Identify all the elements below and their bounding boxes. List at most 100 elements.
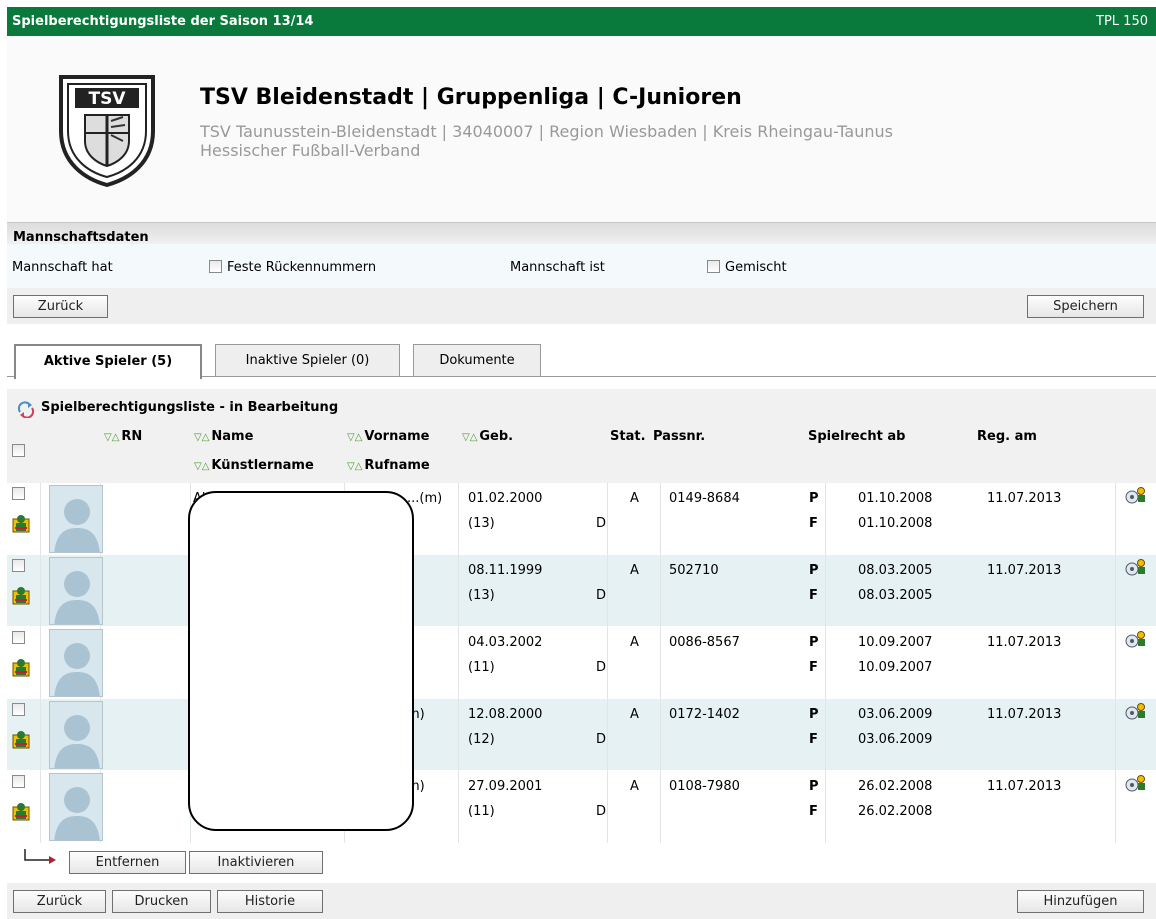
select-all-checkbox[interactable]: [12, 444, 25, 457]
sort-arrows-icon: ▽△: [194, 432, 210, 443]
col-rn[interactable]: ▽△ RN: [104, 429, 142, 444]
player-details-icon[interactable]: [1123, 630, 1147, 648]
player-row[interactable]: )04.03.2002(11)DA0086-8567PF10.09.200710…: [7, 627, 1156, 699]
mixed-checkbox[interactable]: [707, 260, 720, 273]
col-divider: [458, 699, 459, 771]
player-row[interactable]: )08.11.1999(13)DA502710PF08.03.200508.03…: [7, 555, 1156, 627]
col-divider: [1115, 555, 1116, 627]
player-details-icon[interactable]: [1123, 774, 1147, 792]
col-divider: [40, 699, 41, 771]
player-details-icon[interactable]: [1123, 486, 1147, 504]
fixed-numbers-checkbox[interactable]: [209, 260, 222, 273]
col-artist-name[interactable]: ▽△ Künstlername: [194, 458, 314, 473]
nationality: D: [596, 516, 607, 531]
play-right-type-p: P: [809, 779, 819, 794]
play-right-type-p: P: [809, 707, 819, 722]
list-header: Spielberechtigungsliste - in Bearbeitung…: [7, 389, 1156, 483]
col-firstname[interactable]: ▽△ Vorname: [347, 429, 429, 444]
club-logo: TSV: [59, 75, 155, 187]
row-checkbox[interactable]: [12, 703, 25, 716]
bottom-button-bar: Zurück Drucken Historie Hinzufügen: [7, 883, 1156, 919]
remove-button[interactable]: Entfernen: [69, 851, 186, 874]
registered-date: 11.07.2013: [987, 491, 1062, 506]
col-divider: [607, 627, 608, 699]
club-header: TSV TSV Bleidenstadt | Gruppenliga | C-J…: [7, 36, 1156, 222]
play-right-date-f: 08.03.2005: [858, 588, 933, 603]
player-card-icon[interactable]: [12, 729, 30, 749]
sort-arrows-icon: ▽△: [347, 432, 363, 443]
play-right-type-f: F: [809, 732, 818, 747]
player-row[interactable]: m) 27.09.2001 (11) D A 0108-7980 P F 26.02.2008 2…: [7, 771, 1156, 843]
col-divider: [825, 483, 826, 555]
player-row[interactable]: Al...(m)01.02.2000(13)DA0149-8684PF01.10…: [7, 483, 1156, 555]
col-divider: [40, 771, 41, 843]
play-right-type-p: P: [809, 563, 819, 578]
birth-date: 08.11.1999: [468, 563, 543, 578]
player-details-icon[interactable]: [1123, 702, 1147, 720]
save-button[interactable]: Speichern: [1027, 295, 1144, 318]
age: (11): [468, 804, 495, 819]
play-right-date-p: 03.06.2009: [858, 707, 933, 722]
player-firstname: ...(m): [407, 491, 443, 506]
section-title: Mannschaftsdaten: [13, 230, 149, 245]
player-photo: [49, 701, 103, 769]
col-nickname[interactable]: ▽△ Rufname: [347, 458, 430, 473]
col-divider: [825, 555, 826, 627]
pass-number: 0086-8567: [669, 635, 740, 650]
col-divider: [1115, 627, 1116, 699]
print-button[interactable]: Drucken: [112, 890, 211, 913]
player-card-icon[interactable]: [12, 513, 30, 533]
deactivate-button[interactable]: Inaktivieren: [189, 851, 323, 874]
row-checkbox[interactable]: [12, 559, 25, 572]
col-divider: [660, 627, 661, 699]
history-button[interactable]: Historie: [217, 890, 323, 913]
tab-inactive-players[interactable]: Inaktive Spieler (0): [215, 344, 400, 376]
row-checkbox[interactable]: [12, 775, 25, 788]
tab-active-players[interactable]: Aktive Spieler (5): [14, 344, 202, 379]
row-checkbox[interactable]: [12, 487, 25, 500]
col-divider: [660, 771, 661, 843]
player-card-icon[interactable]: [12, 801, 30, 821]
title-bar: Spielberechtigungsliste der Saison 13/14…: [7, 7, 1156, 36]
play-right-type-f: F: [809, 804, 818, 819]
nationality: D: [596, 732, 607, 747]
play-right-type-f: F: [809, 660, 818, 675]
player-card-icon[interactable]: [12, 657, 30, 677]
status: A: [630, 563, 639, 578]
pass-number: 502710: [669, 563, 719, 578]
col-birthdate[interactable]: ▽△ Geb.: [462, 429, 513, 444]
registered-date: 11.07.2013: [987, 707, 1062, 722]
mixed-label: Gemischt: [725, 260, 787, 275]
player-row[interactable]: m) 12.08.2000 (12) D A 0172-1402 P F 03.06.2009 0…: [7, 699, 1156, 771]
club-details: TSV Taunusstein-Bleidenstadt | 34040007 …: [200, 122, 893, 160]
sort-arrows-icon: ▽△: [462, 432, 478, 443]
player-details-icon[interactable]: [1123, 558, 1147, 576]
age: (13): [468, 516, 495, 531]
row-checkbox[interactable]: [12, 631, 25, 644]
add-button[interactable]: Hinzufügen: [1017, 890, 1144, 913]
back-button[interactable]: Zurück: [13, 295, 108, 318]
pass-number: 0149-8684: [669, 491, 740, 506]
col-divider: [607, 483, 608, 555]
back-button-bottom[interactable]: Zurück: [13, 890, 106, 913]
age: (12): [468, 732, 495, 747]
col-divider: [607, 699, 608, 771]
play-right-date-p: 10.09.2007: [858, 635, 933, 650]
play-right-type-p: P: [809, 491, 819, 506]
status: A: [630, 779, 639, 794]
redaction-overlay: [188, 491, 414, 831]
registered-date: 11.07.2013: [987, 563, 1062, 578]
col-divider: [1115, 771, 1116, 843]
team-data-body: Mannschaft hat Feste Rückennummern Manns…: [7, 244, 1156, 288]
play-right-date-p: 08.03.2005: [858, 563, 933, 578]
selection-arrow-icon: [24, 849, 56, 864]
tab-documents[interactable]: Dokumente: [413, 344, 541, 376]
col-divider: [825, 627, 826, 699]
col-name[interactable]: ▽△ Name: [194, 429, 253, 444]
player-card-icon[interactable]: [12, 585, 30, 605]
team-has-label: Mannschaft hat: [12, 260, 113, 275]
col-registered: Reg. am: [977, 429, 1037, 444]
col-divider: [1115, 483, 1116, 555]
registered-date: 11.07.2013: [987, 779, 1062, 794]
status: A: [630, 491, 639, 506]
